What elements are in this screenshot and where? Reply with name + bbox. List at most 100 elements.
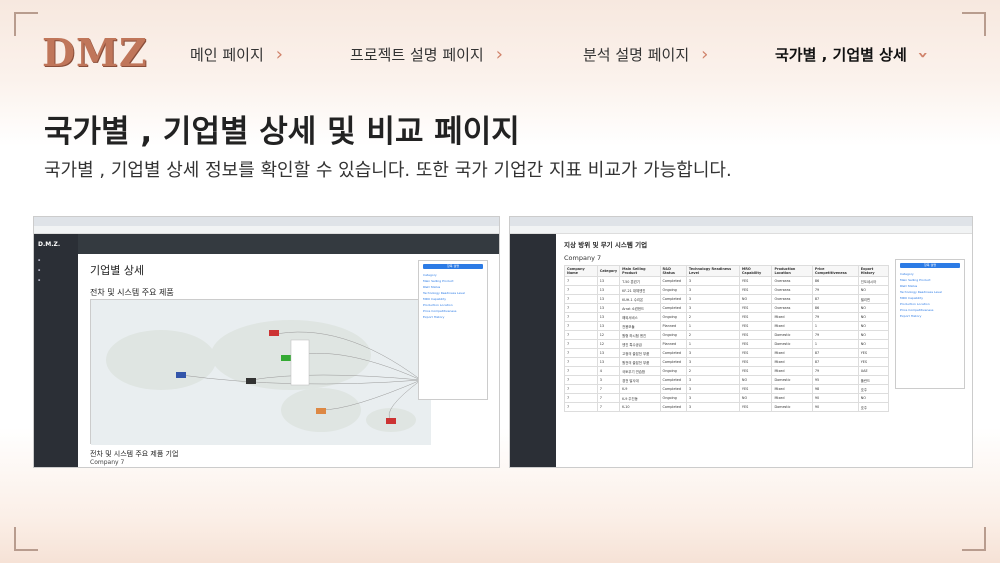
table-cell: 3 <box>685 384 740 394</box>
sidebar-item[interactable]: ▪ <box>34 265 78 275</box>
table-cell: 95 <box>811 375 859 385</box>
browser-tabbar <box>510 217 972 226</box>
table-cell: 2 <box>685 366 740 376</box>
table-cell: Completed <box>659 402 687 412</box>
nav-project-label: 프로젝트 설명 페이지 <box>350 46 484 64</box>
table-cell: NO <box>738 294 773 304</box>
table-cell: NO <box>738 375 773 385</box>
table-cell: Completed <box>659 348 687 358</box>
table-cell: Mixed <box>771 357 813 367</box>
table-cell: NO <box>857 303 890 313</box>
legend-button[interactable]: 항목 설명 <box>900 263 960 268</box>
sidebar-item[interactable]: ▪ <box>34 275 78 285</box>
table-cell: 전용모듈 <box>619 321 661 331</box>
table-cell: 13 <box>596 303 621 313</box>
table-header-cell: Price Competitiveness <box>811 265 859 277</box>
nav-analysis-label: 분석 설명 페이지 <box>583 46 690 64</box>
nav-analysis[interactable]: 분석 설명 페이지 › <box>583 44 708 65</box>
map-routes <box>91 300 431 445</box>
table-header-row: Company Name Category Main Selling Product… <box>564 265 890 277</box>
table-company: Company 7 <box>564 254 602 262</box>
table-cell: Planned <box>659 339 687 349</box>
table-cell: Mixed <box>771 393 813 403</box>
table-cell: 국토무기 연습함 <box>619 366 661 376</box>
nav-detail[interactable]: 국가별 , 기업별 상세 › <box>775 44 933 65</box>
table-cell: 13 <box>596 348 621 358</box>
table-cell: 86 <box>811 276 859 286</box>
table-cell: 12 <box>596 339 621 349</box>
table-cell: 폴란드 <box>857 375 890 385</box>
table-body: 7 13 T-50 훈련기 Completed 3 YES Overseas 86 인도네시아 7… <box>564 276 890 412</box>
table-cell: Completed <box>659 375 687 385</box>
table-cell: 7 <box>596 402 621 412</box>
table-cell: K-9 주진동 <box>619 393 661 403</box>
table-cell: YES <box>738 339 773 349</box>
table-cell: 3 <box>685 393 740 403</box>
top-bar <box>78 234 499 254</box>
table-cell: 2 <box>685 312 740 322</box>
chevron-down-icon: › <box>912 50 934 59</box>
table-row: 7 12 원형 하시험 엔진 Ongoing 2 YES Domestic 79 NO <box>564 330 890 340</box>
logo[interactable]: DMZ <box>42 30 148 75</box>
table-cell: NO <box>857 321 890 331</box>
table-cell: 3 <box>685 294 740 304</box>
shot-section-title: 전차 및 시스템 주요 제품 <box>90 288 174 297</box>
nav-project[interactable]: 프로젝트 설명 페이지 › <box>350 44 503 65</box>
table-cell: 2 <box>685 330 740 340</box>
table-cell: 7 <box>564 357 598 367</box>
table-row: 7 13 고정의 출잡전 부품 Completed 3 YES Mixed 87 YES <box>564 348 890 358</box>
table-cell: 1 <box>811 321 859 331</box>
legend-panel: 항목 설명 Category Main Selling Product R&D … <box>895 259 965 389</box>
table-cell: 7 <box>564 384 598 394</box>
shot-title: 기업별 상세 <box>90 264 145 277</box>
table-cell: YES <box>738 357 773 367</box>
table-cell: NO <box>857 393 890 403</box>
corner-bottom-right <box>962 527 986 551</box>
table-row: 7 7 K-9 주진동 Ongoing 3 NO Mixed 90 NO <box>564 393 890 403</box>
table-cell: Ongoing <box>659 330 687 340</box>
table-cell: NO <box>857 312 890 322</box>
table-cell: NO <box>857 339 890 349</box>
table-cell: T-50 훈련기 <box>619 276 661 286</box>
browser-address-bar <box>510 226 972 234</box>
table-row: 7 3 경전 발사대 Completed 3 NO Domestic 95 폴란드 <box>564 375 890 385</box>
table-row: 7 13 KF-21 대체엔진 Ongoing 3 YES Overseas 79 NO <box>564 285 890 295</box>
table-cell: Ongoing <box>659 285 687 295</box>
table-cell: 13 <box>596 294 621 304</box>
page-title: 국가별 , 기업별 상세 및 비교 페이지 <box>44 114 520 150</box>
table-cell: 1 <box>685 321 740 331</box>
table-cell: 86 <box>811 303 859 313</box>
table-cell: 79 <box>811 312 859 322</box>
world-map[interactable] <box>90 299 431 445</box>
screenshot-company-detail: D.M.Z. ▪ ▪ ▪ 기업별 상세 전차 및 시스템 주요 제품 항목 설명… <box>33 216 500 468</box>
table-cell: Domestic <box>771 402 813 412</box>
screenshot-company-table: 지상 방위 및 무기 시스템 기업 Company 7 Company Name… <box>509 216 973 468</box>
table-cell: Mixed <box>771 321 813 331</box>
table-cell: K-9 <box>619 384 661 394</box>
legend-button[interactable]: 항목 설명 <box>423 264 483 269</box>
table-row: 7 7 K-9 Completed 3 YES Mixed 98 호주 <box>564 384 890 394</box>
nav-main[interactable]: 메인 페이지 › <box>190 44 283 65</box>
table-cell: 98 <box>811 384 859 394</box>
table-cell: Overseas <box>771 285 813 295</box>
table-cell: 7 <box>564 366 598 376</box>
table-cell: Arrat 소련헌드 <box>619 303 661 313</box>
table-cell: 79 <box>811 366 859 376</box>
legend-item: Export History <box>423 315 445 319</box>
table-cell: YES <box>738 321 773 331</box>
sidebar-item[interactable]: ▪ <box>34 255 78 265</box>
table-cell: Domestic <box>771 330 813 340</box>
table-cell: 13 <box>596 285 621 295</box>
table-cell: 엔진 특수공급 <box>619 339 661 349</box>
table-cell: Completed <box>659 303 687 313</box>
table-row: 7 7 K-10 Completed 3 YES Domestic 90 호주 <box>564 402 890 412</box>
table-cell: 13 <box>596 357 621 367</box>
table-cell: YES <box>738 285 773 295</box>
table-cell: Completed <box>659 294 687 304</box>
table-cell: 1 <box>811 339 859 349</box>
table-cell: Domestic <box>771 339 813 349</box>
table-cell: Ongoing <box>659 393 687 403</box>
table-cell: 3 <box>685 375 740 385</box>
table-cell: Completed <box>659 276 687 286</box>
table-cell: 3 <box>596 375 621 385</box>
